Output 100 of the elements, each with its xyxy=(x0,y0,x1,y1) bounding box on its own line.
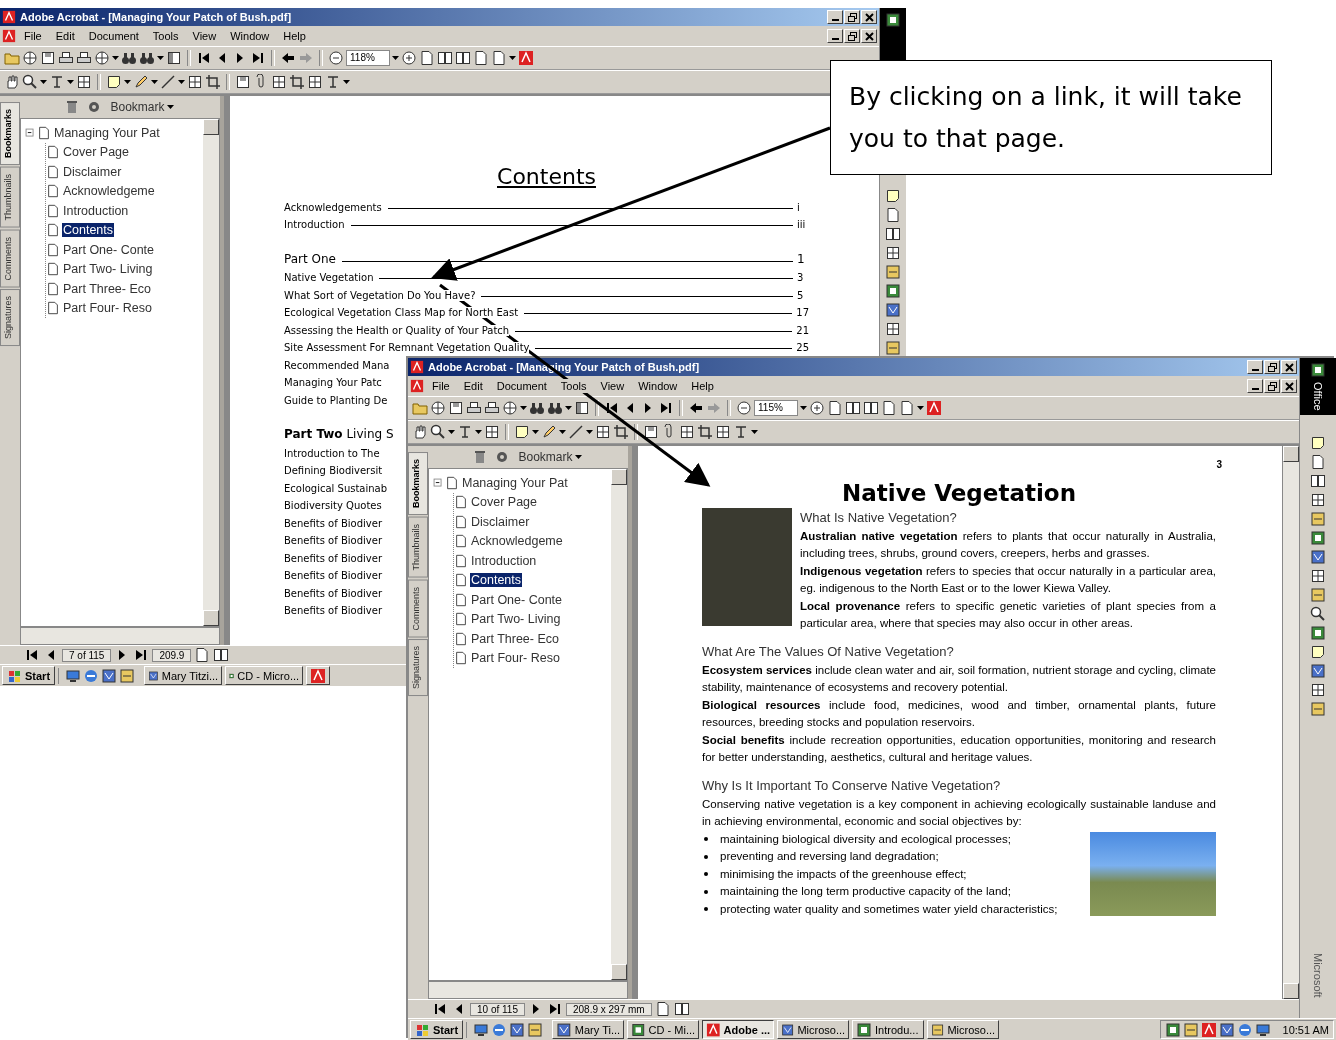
horizontal-scrollbar[interactable] xyxy=(20,627,220,645)
back-arrow-icon[interactable] xyxy=(688,400,704,416)
taskbar-button[interactable] xyxy=(306,666,331,685)
text-select-icon[interactable] xyxy=(457,424,473,440)
last-page-icon[interactable] xyxy=(658,400,674,416)
panel-tab[interactable]: Comments xyxy=(408,579,428,638)
globe-icon[interactable] xyxy=(94,50,110,66)
logo-icon[interactable] xyxy=(926,400,942,416)
first-page-icon[interactable] xyxy=(432,1001,448,1017)
note-icon[interactable] xyxy=(514,424,530,440)
app-icon[interactable] xyxy=(1310,362,1326,378)
pages-icon[interactable] xyxy=(1310,472,1326,489)
bookmark-item[interactable]: Introduction xyxy=(62,203,130,218)
note-icon[interactable] xyxy=(1310,643,1326,660)
grid-icon[interactable] xyxy=(885,321,901,337)
printer-icon[interactable] xyxy=(58,50,74,66)
panel-tab[interactable]: Thumbnails xyxy=(408,517,428,578)
horizontal-scrollbar[interactable] xyxy=(428,981,628,999)
bookmark-item[interactable]: Part Three- Eco xyxy=(62,281,152,296)
grid-icon[interactable] xyxy=(187,74,203,90)
binoculars-icon[interactable] xyxy=(139,50,155,66)
pages-icon[interactable] xyxy=(437,50,453,66)
pages-icon[interactable] xyxy=(845,400,861,416)
taskbar-button[interactable]: Adobe ... xyxy=(702,1020,775,1039)
binoculars-icon[interactable] xyxy=(547,400,563,416)
printer-icon[interactable] xyxy=(484,400,500,416)
restore-button[interactable] xyxy=(1264,379,1280,393)
line-tool-icon[interactable] xyxy=(160,74,176,90)
binoculars-icon[interactable] xyxy=(529,400,545,416)
globe-icon[interactable] xyxy=(22,50,38,66)
taskbar-button[interactable]: CD - Micro... xyxy=(225,666,304,685)
vertical-scrollbar[interactable] xyxy=(611,469,627,980)
vertical-scrollbar[interactable] xyxy=(203,119,219,626)
hand-icon[interactable] xyxy=(412,424,428,440)
globe-icon[interactable] xyxy=(502,400,518,416)
page-number-field[interactable]: 10 of 115 xyxy=(470,1002,525,1016)
desktop-icon[interactable] xyxy=(65,667,82,684)
bookmark-item[interactable]: Managing Your Pat xyxy=(53,125,161,140)
contents-link[interactable]: Assessing the Health or Quality of Your Patch xyxy=(284,324,510,336)
globe-icon[interactable] xyxy=(430,400,446,416)
contents-link[interactable]: Part One xyxy=(284,251,336,266)
grid-icon[interactable] xyxy=(484,424,500,440)
taskbar-button[interactable]: Mary Ti... xyxy=(552,1020,625,1039)
start-button[interactable]: Start xyxy=(2,666,56,685)
bookmark-item[interactable]: Cover Page xyxy=(62,145,130,160)
pencil-icon[interactable] xyxy=(133,74,149,90)
magnifier-icon[interactable] xyxy=(430,424,446,440)
crop-icon[interactable] xyxy=(289,74,305,90)
contents-link[interactable]: Defining Biodiversit xyxy=(284,465,383,476)
zoom-in-icon[interactable] xyxy=(401,50,417,66)
crop-icon[interactable] xyxy=(205,74,221,90)
bookmark-item[interactable]: Contents xyxy=(470,573,523,588)
close-button[interactable] xyxy=(1281,379,1297,393)
last-page-icon[interactable] xyxy=(250,50,266,66)
app-icon[interactable] xyxy=(1310,662,1326,679)
contents-link[interactable]: Site Assessment For Remnant Vegetation Quality xyxy=(284,342,530,353)
zoom-in-icon[interactable] xyxy=(809,400,825,416)
first-page-icon[interactable] xyxy=(24,647,40,663)
bookmark-item[interactable]: Acknowledgeme xyxy=(62,184,156,199)
first-page-icon[interactable] xyxy=(196,50,212,66)
contents-link[interactable]: Ecological Sustainab xyxy=(284,482,388,494)
contents-link[interactable]: Recommended Mana xyxy=(284,359,390,371)
first-page-icon[interactable] xyxy=(604,400,620,416)
bookmark-menu-button[interactable]: Bookmark xyxy=(516,449,584,465)
restore-button[interactable] xyxy=(844,29,860,43)
vertical-scrollbar[interactable] xyxy=(1282,446,1299,999)
contents-link[interactable]: Benefits of Biodiver xyxy=(284,535,382,546)
bookmark-item[interactable]: Part Three- Eco xyxy=(470,631,560,646)
page-icon[interactable] xyxy=(899,400,915,416)
back-arrow-icon[interactable] xyxy=(280,50,296,66)
grid-icon[interactable] xyxy=(885,245,901,261)
logo-icon[interactable] xyxy=(518,50,534,66)
minimize-button[interactable] xyxy=(1247,360,1263,374)
bookmark-item[interactable]: Acknowledgeme xyxy=(470,534,564,549)
magnifier-icon[interactable] xyxy=(1310,605,1326,622)
binoculars-icon[interactable] xyxy=(121,50,137,66)
crop-icon[interactable] xyxy=(613,424,629,440)
grid-icon[interactable] xyxy=(1310,681,1326,698)
grid-icon[interactable] xyxy=(1310,491,1326,508)
note-icon[interactable] xyxy=(1310,434,1326,451)
grid-icon[interactable] xyxy=(715,424,731,440)
contents-link[interactable]: Benefits of Biodiver xyxy=(284,570,382,581)
bookmark-item[interactable]: Part One- Conte xyxy=(62,242,155,257)
grid-icon[interactable] xyxy=(595,424,611,440)
page-icon[interactable] xyxy=(473,50,489,66)
magnifier-icon[interactable] xyxy=(22,74,38,90)
contents-link[interactable]: Native Vegetation xyxy=(284,272,374,283)
start-button[interactable]: Start xyxy=(410,1020,464,1039)
bookmark-item[interactable]: Managing Your Pat xyxy=(461,475,569,490)
taskbar-button[interactable]: CD - Mi... xyxy=(627,1020,700,1039)
desktop-icon[interactable] xyxy=(1254,1021,1271,1038)
contents-link[interactable]: Benefits of Biodiver xyxy=(284,605,382,616)
logo-icon[interactable] xyxy=(1200,1021,1217,1038)
taskbar-button[interactable]: Microso... xyxy=(777,1020,850,1039)
close-button[interactable] xyxy=(861,29,877,43)
crop-icon[interactable] xyxy=(697,424,713,440)
app-icon[interactable] xyxy=(1310,548,1326,565)
app-icon[interactable] xyxy=(1218,1021,1235,1038)
contents-link[interactable]: Ecological Vegetation Class Map for North East xyxy=(284,307,519,318)
restore-button[interactable] xyxy=(1264,360,1280,374)
